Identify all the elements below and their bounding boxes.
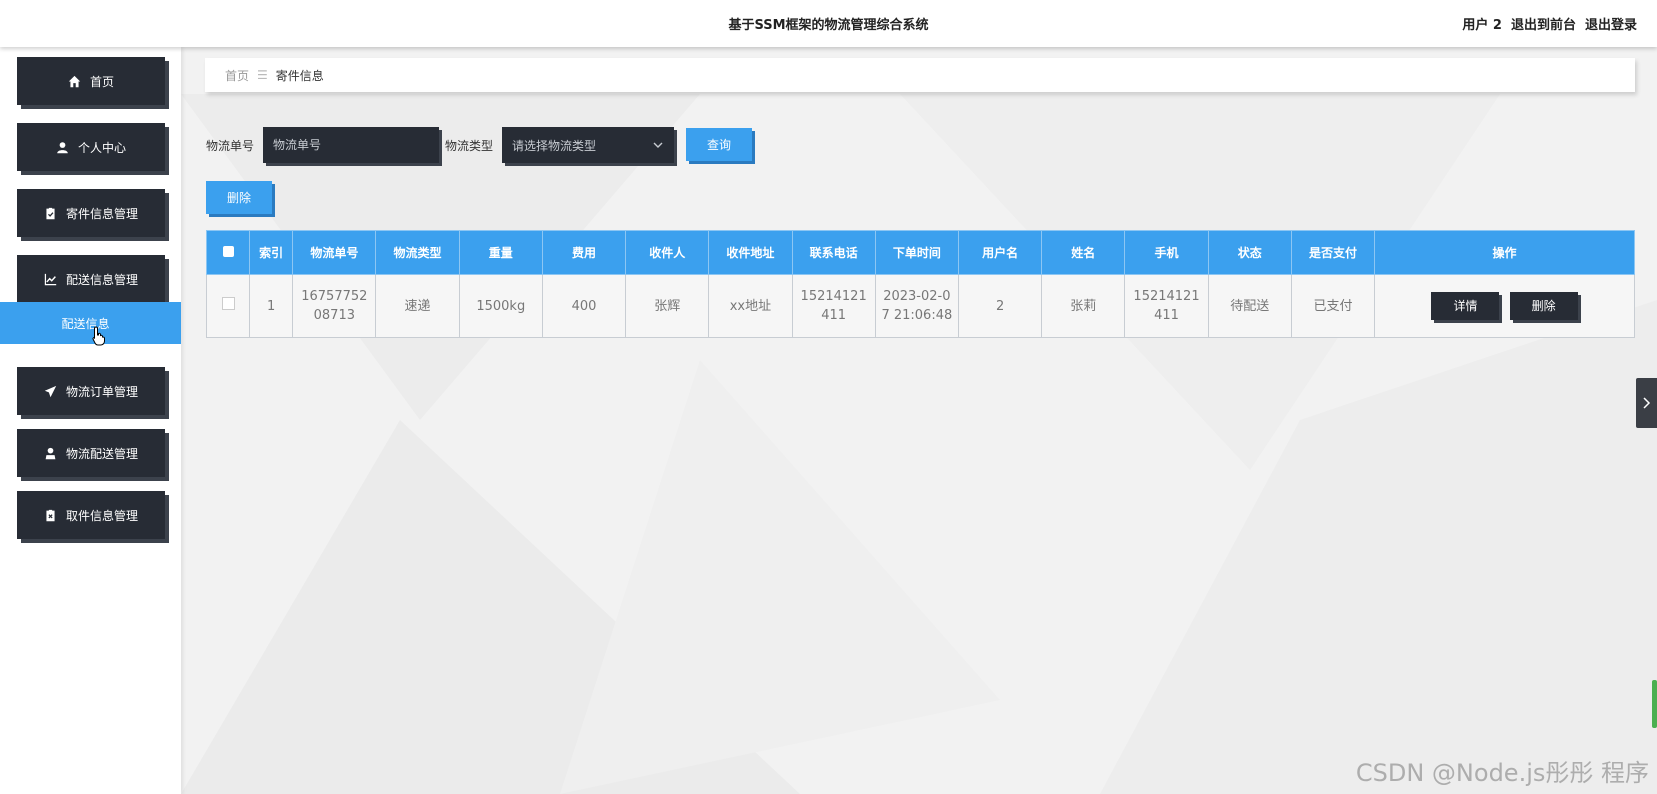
select-all-header[interactable] <box>205 230 251 275</box>
sidebar-item-label: 配送信息管理 <box>65 272 138 287</box>
person-icon <box>44 446 58 460</box>
cell-username: 2 <box>957 274 1043 338</box>
logistics-type-select[interactable]: 请选择物流类型 <box>502 127 674 163</box>
current-user-label: 用户 2 <box>1462 18 1502 33</box>
breadcrumb-separator-icon: ☰ <box>257 68 268 82</box>
home-icon <box>68 74 82 88</box>
chevron-down-icon <box>653 142 663 148</box>
chart-icon <box>44 272 58 286</box>
breadcrumb-current: 寄件信息 <box>275 68 324 83</box>
cell-fee: 400 <box>541 274 627 338</box>
exit-to-front-link[interactable]: 退出到前台 <box>1511 14 1576 33</box>
send-icon <box>44 384 58 398</box>
delete-selected-button[interactable]: 删除 <box>206 181 272 214</box>
sidebar-item-pickup-info[interactable]: 取件信息管理 <box>17 491 165 539</box>
row-select-cell[interactable] <box>205 274 251 338</box>
chevron-right-icon <box>1643 397 1651 409</box>
column-header: 联系电话 <box>791 230 876 275</box>
select-all-checkbox[interactable] <box>222 245 234 257</box>
sidebar-item-logistics-delivery[interactable]: 物流配送管理 <box>17 429 165 477</box>
logout-link[interactable]: 退出登录 <box>1585 14 1637 33</box>
column-header: 下单时间 <box>874 230 959 275</box>
logistics-type-select-value: 请选择物流类型 <box>512 138 597 153</box>
cell-recipient: 张辉 <box>625 274 710 338</box>
hand-cursor-icon <box>92 326 105 346</box>
cell-order-time: 2023-02-07 21:06:48 <box>874 274 959 338</box>
tracking-number-label: 物流单号 <box>206 139 255 153</box>
table-row: 1 1675775208713 速递 1500kg 400 张辉 xx地址 15… <box>205 274 1635 338</box>
user-icon <box>56 140 70 154</box>
query-button[interactable]: 查询 <box>686 128 752 161</box>
cell-tracking-no: 1675775208713 <box>292 274 377 338</box>
column-header: 重量 <box>458 230 543 275</box>
background-pattern <box>181 94 1657 794</box>
cell-paid: 已支付 <box>1290 274 1376 338</box>
column-header: 索引 <box>249 230 294 275</box>
user-area: 用户 2 退出到前台 退出登录 <box>1462 14 1637 33</box>
cell-address: xx地址 <box>708 274 793 338</box>
sidebar-item-home[interactable]: 首页 <box>17 57 165 105</box>
detail-button[interactable]: 详情 <box>1431 292 1500 320</box>
scroll-indicator <box>1652 680 1657 728</box>
cell-status: 待配送 <box>1207 274 1292 338</box>
sidebar-item-label: 寄件信息管理 <box>65 206 138 221</box>
sidebar-item-label: 首页 <box>89 74 114 89</box>
submenu-delivery-info[interactable]: 配送信息 <box>0 302 181 344</box>
breadcrumb: 首页 ☰ 寄件信息 <box>205 58 1635 92</box>
sidebar-item-label: 物流订单管理 <box>65 384 138 399</box>
cell-actions: 详情 删除 <box>1374 274 1635 338</box>
sidebar-item-label: 物流配送管理 <box>65 446 138 461</box>
column-header: 状态 <box>1207 230 1292 275</box>
clipboard-icon <box>44 206 58 220</box>
column-header: 物流单号 <box>292 230 377 275</box>
tracking-number-input[interactable] <box>263 127 439 163</box>
shipping-info-table: 索引 物流单号 物流类型 重量 费用 收件人 收件地址 联系电话 下单时间 用户… <box>205 230 1635 338</box>
sidebar-item-label: 个人中心 <box>77 140 126 155</box>
column-header: 是否支付 <box>1290 230 1376 275</box>
row-checkbox[interactable] <box>221 296 235 310</box>
cell-name: 张莉 <box>1041 274 1126 338</box>
cell-type: 速递 <box>375 274 460 338</box>
column-header: 收件人 <box>625 230 710 275</box>
clipboard-x-icon <box>44 508 58 522</box>
sidebar-item-logistics-orders[interactable]: 物流订单管理 <box>17 367 165 415</box>
breadcrumb-home-link[interactable]: 首页 <box>225 67 249 84</box>
cell-weight: 1500kg <box>458 274 543 338</box>
sidebar: 首页 个人中心 寄件信息管理 配送信息管理 配送信息 物流订单管理 物流配送管理 <box>0 47 181 794</box>
column-header: 收件地址 <box>708 230 793 275</box>
sidebar-item-shipping-info[interactable]: 寄件信息管理 <box>17 189 165 237</box>
watermark: CSDN @Node.js彤彤 程序 <box>1355 759 1649 787</box>
top-header: 基于SSM框架的物流管理综合系统 用户 2 退出到前台 退出登录 <box>0 0 1657 47</box>
row-delete-button[interactable]: 删除 <box>1509 292 1578 320</box>
table-header-row: 索引 物流单号 物流类型 重量 费用 收件人 收件地址 联系电话 下单时间 用户… <box>205 230 1635 275</box>
sidebar-item-personal-center[interactable]: 个人中心 <box>17 123 165 171</box>
column-header: 用户名 <box>957 230 1043 275</box>
logistics-type-label: 物流类型 <box>445 139 494 153</box>
sidebar-item-delivery-info[interactable]: 配送信息管理 <box>17 255 165 303</box>
cell-contact-phone: 15214121411 <box>791 274 876 338</box>
system-title: 基于SSM框架的物流管理综合系统 <box>728 18 929 33</box>
column-header: 手机 <box>1124 230 1209 275</box>
column-header: 物流类型 <box>375 230 460 275</box>
cell-mobile: 15214121411 <box>1124 274 1209 338</box>
column-header: 姓名 <box>1041 230 1126 275</box>
cell-index: 1 <box>249 274 294 338</box>
sidebar-item-label: 取件信息管理 <box>65 508 138 523</box>
column-header: 操作 <box>1374 230 1635 275</box>
column-header: 费用 <box>541 230 627 275</box>
side-panel-toggle[interactable] <box>1636 378 1657 428</box>
